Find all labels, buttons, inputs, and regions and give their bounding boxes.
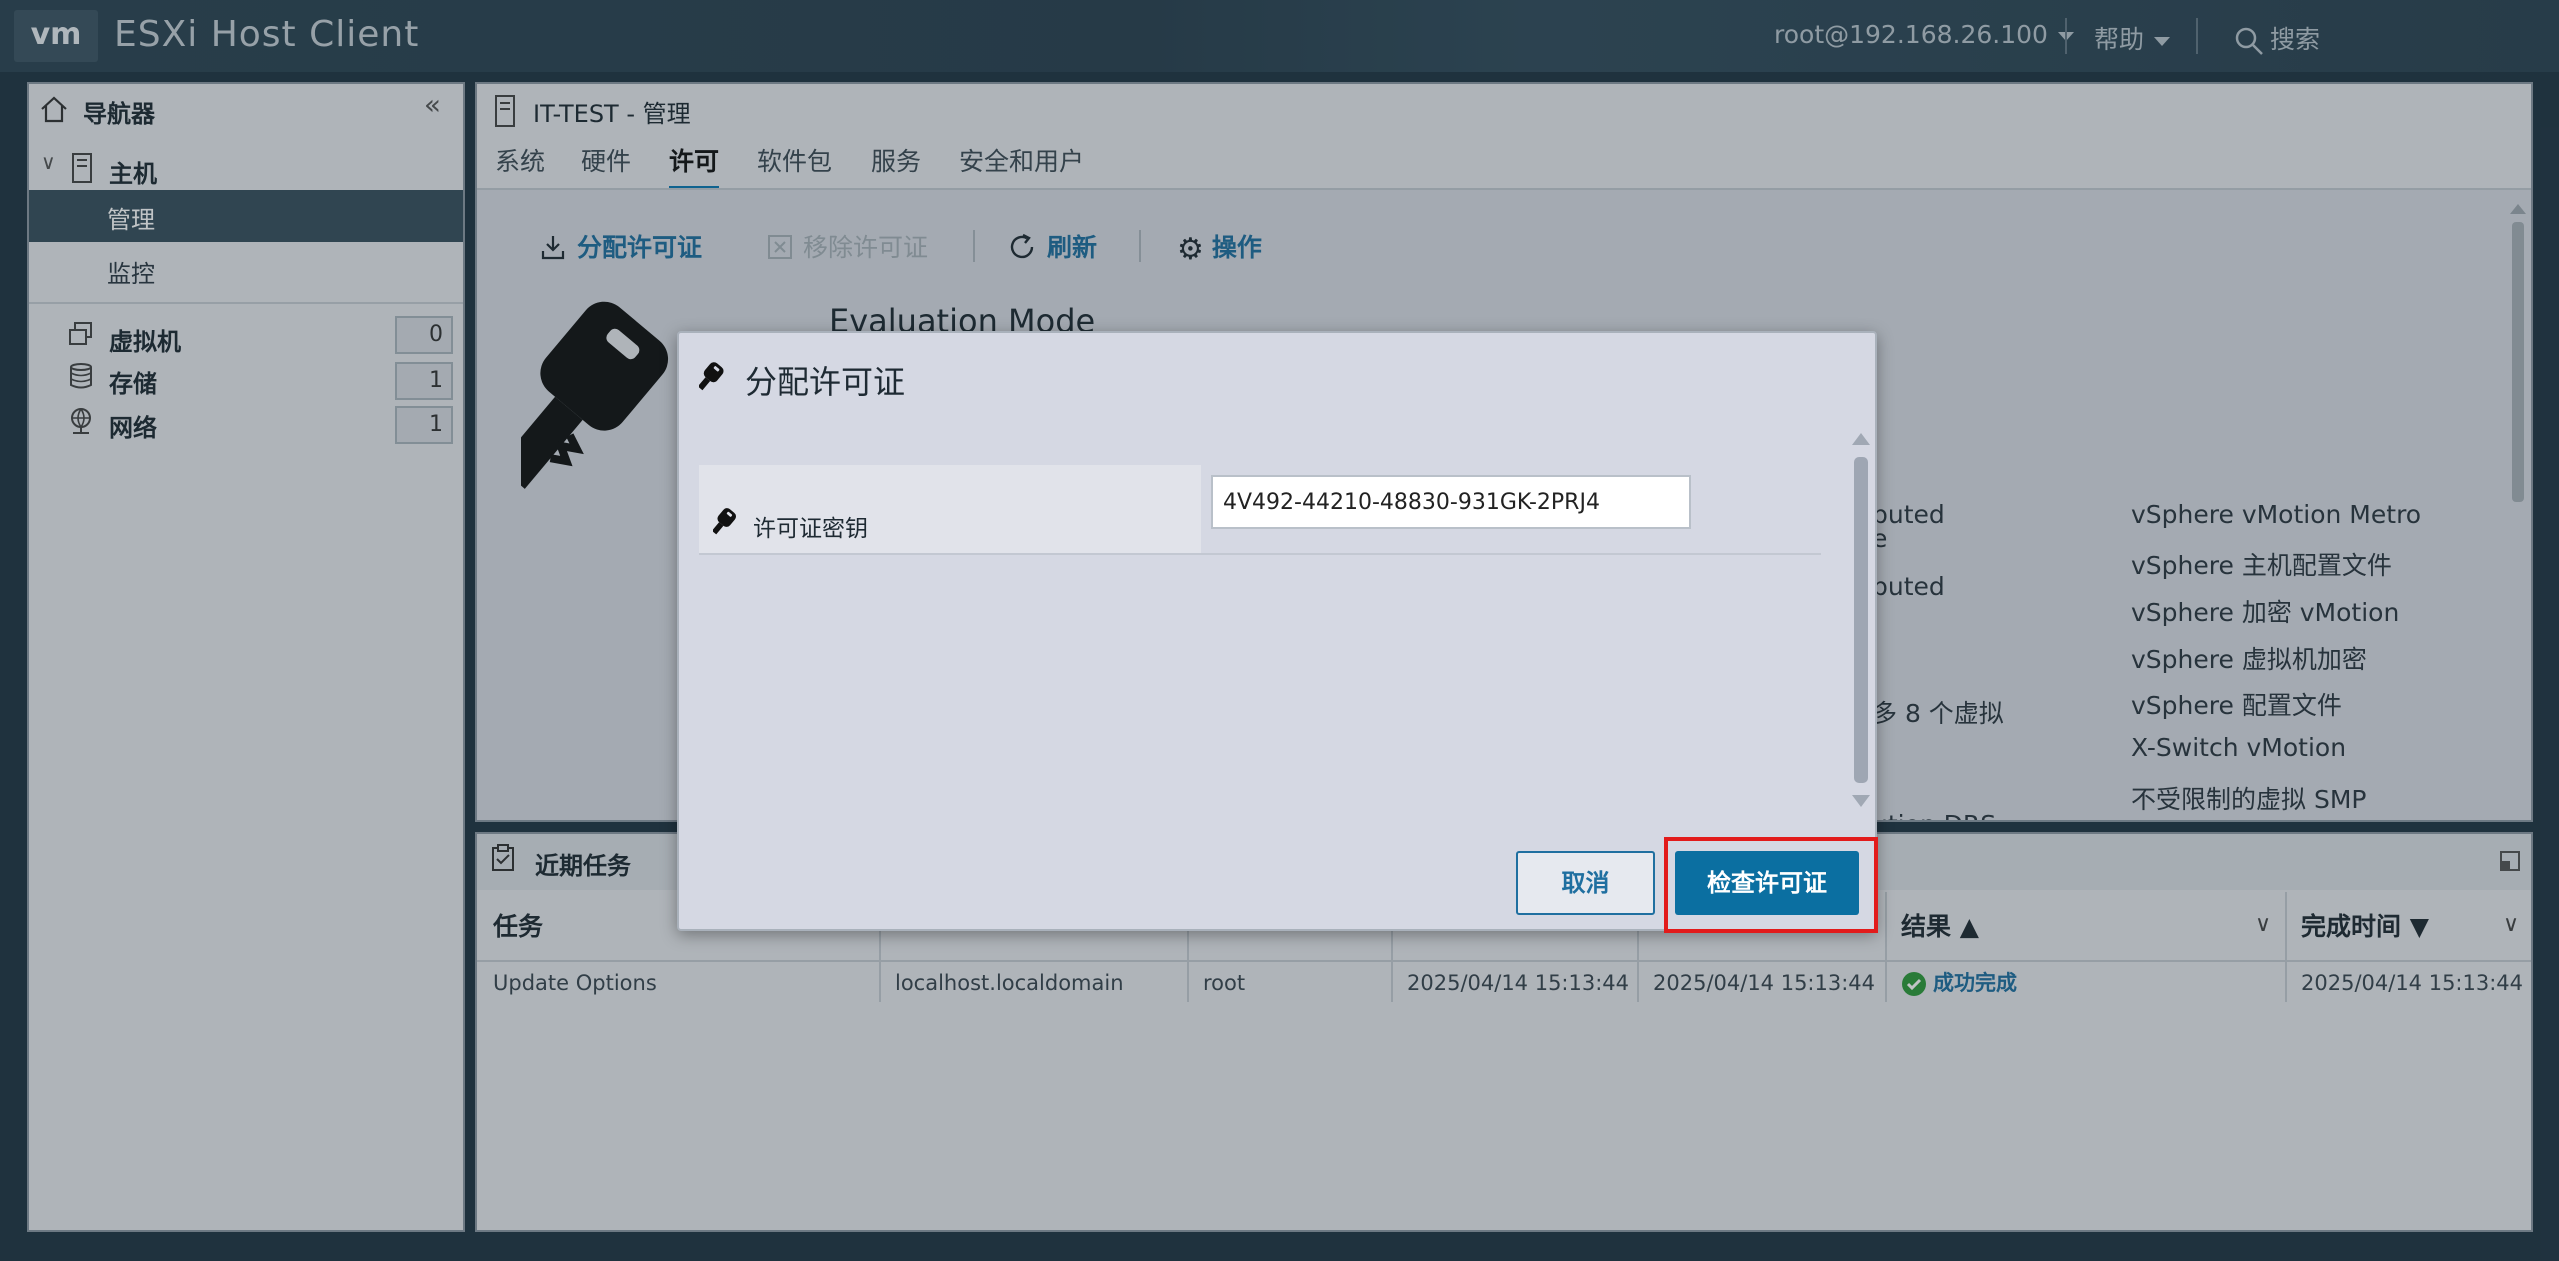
key-icon (713, 508, 736, 535)
scroll-down-icon[interactable] (1852, 795, 1870, 807)
license-key-input[interactable] (1211, 475, 1691, 529)
dialog-title: 分配许可证 (745, 363, 906, 401)
license-key-label-cell: 许可证密钥 (699, 465, 1201, 553)
scroll-up-icon[interactable] (1852, 433, 1870, 445)
scroll-thumb[interactable] (1854, 457, 1868, 783)
cancel-button[interactable]: 取消 (1516, 851, 1655, 915)
license-key-label: 许可证密钥 (753, 516, 868, 542)
dialog-scrollbar[interactable] (1851, 433, 1871, 829)
highlight-box (1664, 837, 1878, 933)
key-icon (699, 362, 724, 391)
